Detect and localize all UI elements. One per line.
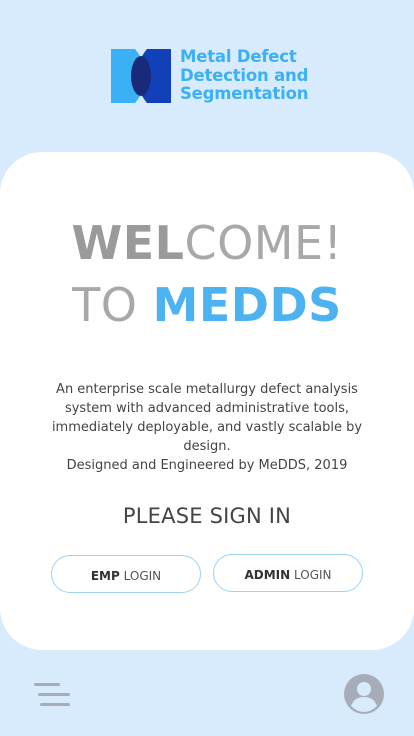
logo-line-2: Detection and <box>180 65 309 85</box>
admin-login-rest: LOGIN <box>290 568 332 582</box>
hamburger-menu-icon[interactable] <box>34 683 70 707</box>
user-avatar-icon[interactable] <box>344 674 384 714</box>
welcome-heading: WELCOME! TO MEDDS <box>0 212 414 336</box>
logo-text: Metal Defect Detection and Segmentation <box>180 47 309 104</box>
sign-in-heading: PLEASE SIGN IN <box>122 504 292 528</box>
app-logo: Metal Defect Detection and Segmentation <box>111 47 311 106</box>
app-description: An enterprise scale metallurgy defect an… <box>51 382 363 473</box>
welcome-line-1: WELCOME! <box>0 212 414 274</box>
logo-mark-icon <box>111 49 171 103</box>
logo-line-1: Metal Defect <box>180 47 297 66</box>
to-text: TO <box>72 278 153 332</box>
admin-login-strong: ADMIN <box>244 568 291 582</box>
emp-login-strong: EMP <box>90 569 120 583</box>
emp-login-button[interactable]: EMP LOGIN <box>51 555 201 593</box>
welcome-card: WELCOME! TO MEDDS An enterprise scale me… <box>0 152 414 650</box>
emp-login-rest: LOGIN <box>119 569 162 583</box>
welcome-light-text: COME! <box>184 216 343 270</box>
welcome-line-2: TO MEDDS <box>0 274 414 336</box>
logo-line-3: Segmentation <box>180 84 309 103</box>
welcome-bold-text: WEL <box>71 216 185 270</box>
admin-login-button[interactable]: ADMIN LOGIN <box>213 554 363 592</box>
brand-name: MEDDS <box>152 278 342 332</box>
